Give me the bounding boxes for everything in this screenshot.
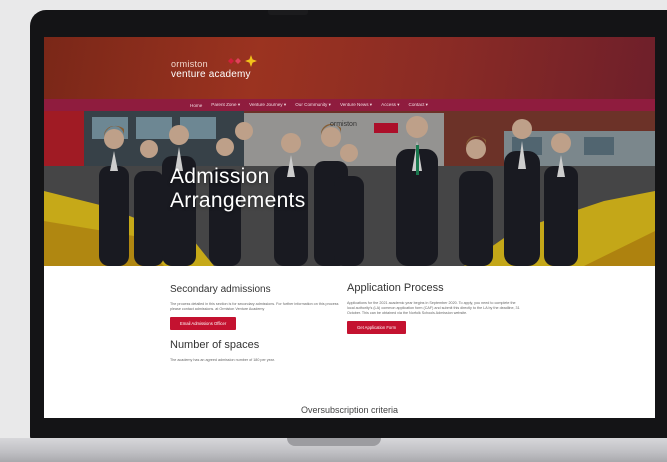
page-title-line1: Admission <box>170 165 270 188</box>
email-admissions-button[interactable]: Email Admissions Officer <box>170 317 237 330</box>
number-of-spaces-text: The academy has an agreed admission numb… <box>170 358 275 362</box>
hero-photo <box>44 111 655 266</box>
get-application-form-button[interactable]: Get Application Form <box>347 321 407 334</box>
number-of-spaces-title: Number of spaces <box>170 339 260 351</box>
hero-sign-text: ormiston <box>330 121 357 128</box>
site-header: ormiston venture academy <box>44 37 655 99</box>
secondary-admissions-title: Secondary admissions <box>170 284 271 295</box>
nav-item-our-community[interactable]: Our Community ▾ <box>295 102 331 108</box>
laptop-base-notch <box>287 438 381 446</box>
nav-item-home[interactable]: Home <box>190 103 202 108</box>
laptop-camera <box>268 10 308 15</box>
nav-item-venture-news[interactable]: Venture News ▾ <box>340 102 372 108</box>
oversubscription-criteria-title: Oversubscription criteria <box>300 405 399 415</box>
logo-venture-academy[interactable]: venture academy <box>171 69 251 80</box>
nav-item-venture-journey[interactable]: Venture Journey ▾ <box>249 102 286 108</box>
main-content: Secondary admissions The process detaile… <box>44 266 655 418</box>
hero-banner: ormiston Admission Arrangements <box>44 111 655 266</box>
nav-item-access[interactable]: Access ▾ <box>381 102 399 108</box>
logo-diamonds-icon <box>228 55 257 67</box>
application-process-text: Applications for the 2021 academic year … <box>347 301 520 315</box>
nav-item-contact[interactable]: Contact ▾ <box>409 102 428 108</box>
secondary-admissions-text: The process detailed in this section is … <box>170 302 339 311</box>
main-nav: Home Parent Zone ▾ Venture Journey ▾ Our… <box>44 99 655 111</box>
laptop-screen: ormiston venture academy Home Parent Zon… <box>44 37 655 418</box>
application-process-section: Application Process Applications for the… <box>347 282 522 334</box>
secondary-admissions-section: Secondary admissions The process detaile… <box>170 284 340 363</box>
page-title-line2: Arrangements <box>170 189 306 212</box>
logo-ormiston[interactable]: ormiston <box>171 59 208 69</box>
page-title: Admission Arrangements <box>170 165 306 213</box>
nav-item-parent-zone[interactable]: Parent Zone ▾ <box>211 102 240 108</box>
application-process-title: Application Process <box>347 282 444 294</box>
